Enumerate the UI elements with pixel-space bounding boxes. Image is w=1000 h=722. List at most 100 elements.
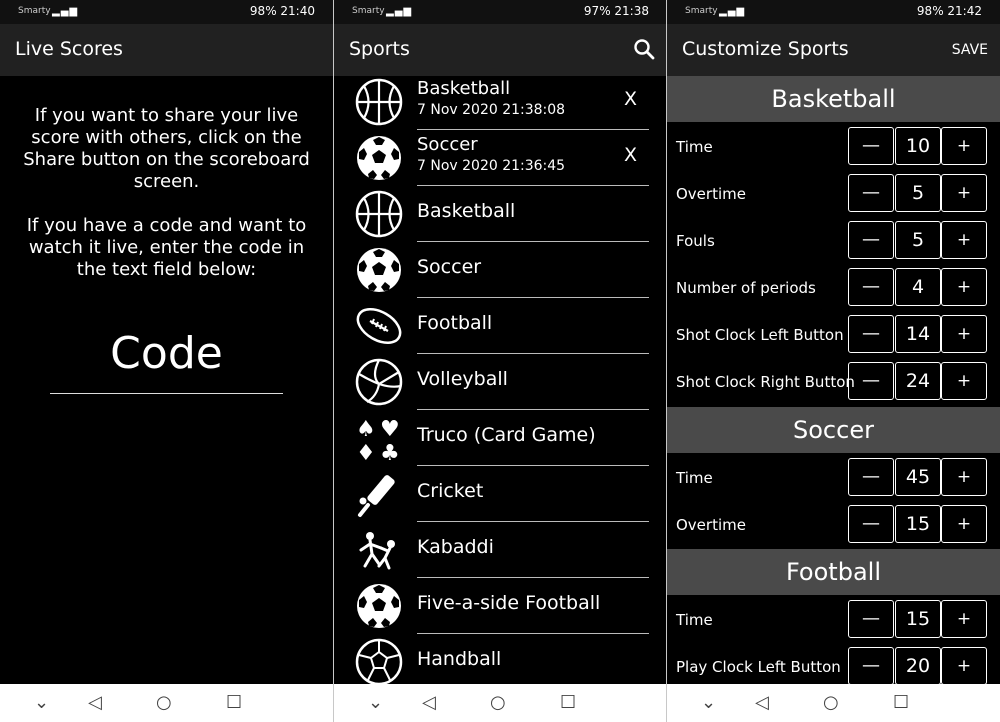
- increment-button[interactable]: +: [941, 362, 987, 400]
- app-bar: Live Scores: [0, 24, 333, 76]
- sport-item-truco[interactable]: ♠ ♥ ♦ ♣ Truco (Card Game): [334, 410, 667, 466]
- decrement-button[interactable]: —: [848, 127, 894, 165]
- screen-divider: [666, 0, 667, 722]
- nav-back-icon[interactable]: ◁: [88, 692, 102, 713]
- recent-game-date: 7 Nov 2020 21:38:08: [417, 102, 566, 118]
- decrement-button[interactable]: —: [848, 315, 894, 353]
- setting-row: Overtime — 15 +: [667, 501, 1000, 548]
- recent-game-name: Basketball: [417, 78, 511, 99]
- setting-value: 14: [895, 315, 941, 353]
- increment-button[interactable]: +: [941, 315, 987, 353]
- decrement-button[interactable]: —: [848, 268, 894, 306]
- sport-item-handball[interactable]: Handball: [334, 634, 667, 690]
- nav-back-icon[interactable]: ◁: [755, 692, 769, 713]
- sport-label: Cricket: [417, 480, 484, 502]
- sport-item-basketball[interactable]: Basketball: [334, 186, 667, 242]
- sport-item-volleyball[interactable]: Volleyball: [334, 354, 667, 410]
- code-input[interactable]: Code: [50, 328, 283, 379]
- decrement-button[interactable]: —: [848, 174, 894, 212]
- setting-row: Shot Clock Right Button — 24 +: [667, 358, 1000, 405]
- decrement-button[interactable]: —: [848, 600, 894, 638]
- svg-text:♥: ♥: [380, 417, 400, 442]
- setting-label: Shot Clock Right Button: [676, 373, 855, 391]
- nav-recents-icon[interactable]: ☐: [560, 692, 576, 713]
- increment-button[interactable]: +: [941, 174, 987, 212]
- decrement-button[interactable]: —: [848, 362, 894, 400]
- setting-value: 24: [895, 362, 941, 400]
- carrier-label: Smarty: [352, 6, 385, 16]
- sport-label: Truco (Card Game): [417, 424, 596, 446]
- setting-label: Overtime: [676, 516, 746, 534]
- sport-label: Kabaddi: [417, 536, 494, 558]
- svg-text:♣: ♣: [380, 441, 400, 462]
- code-input-underline: [50, 393, 283, 394]
- soccer-ball-icon: [357, 584, 401, 628]
- setting-label: Overtime: [676, 185, 746, 203]
- setting-value: 4: [895, 268, 941, 306]
- delete-recent-button[interactable]: X: [624, 144, 637, 166]
- decrement-button[interactable]: —: [848, 505, 894, 543]
- sport-item-football[interactable]: Football: [334, 298, 667, 354]
- nav-home-icon[interactable]: ○: [490, 692, 506, 713]
- nav-down-icon[interactable]: ⌄: [701, 692, 716, 713]
- sport-label: Basketball: [417, 200, 516, 222]
- increment-button[interactable]: +: [941, 505, 987, 543]
- setting-label: Time: [676, 469, 713, 487]
- nav-recents-icon[interactable]: ☐: [893, 692, 909, 713]
- recent-game-row[interactable]: Basketball 7 Nov 2020 21:38:08 X: [334, 74, 667, 130]
- setting-label: Time: [676, 138, 713, 156]
- search-icon[interactable]: [633, 38, 655, 60]
- signal-icon: ▂▄▆: [719, 6, 746, 17]
- setting-label: Fouls: [676, 232, 715, 250]
- delete-recent-button[interactable]: X: [624, 88, 637, 110]
- save-button[interactable]: SAVE: [952, 42, 988, 58]
- sports-screen: Smarty ▂▄▆ 97% 21:38 Sports Basketball 7…: [334, 0, 667, 722]
- setting-row: Time — 10 +: [667, 123, 1000, 170]
- customize-sports-screen: Smarty ▂▄▆ 98% 21:42 Customize Sports SA…: [667, 0, 1000, 722]
- decrement-button[interactable]: —: [848, 458, 894, 496]
- svg-text:♠: ♠: [356, 417, 376, 442]
- status-time: 98% 21:40: [249, 4, 315, 18]
- soccer-ball-icon: [357, 248, 401, 292]
- nav-down-icon[interactable]: ⌄: [34, 692, 49, 713]
- sport-label: Handball: [417, 648, 502, 670]
- sport-label: Volleyball: [417, 368, 508, 390]
- decrement-button[interactable]: —: [848, 647, 894, 685]
- nav-home-icon[interactable]: ○: [823, 692, 839, 713]
- app-bar: Sports: [334, 24, 667, 76]
- increment-button[interactable]: +: [941, 127, 987, 165]
- increment-button[interactable]: +: [941, 458, 987, 496]
- section-header: Basketball: [667, 76, 1000, 122]
- recent-game-row[interactable]: Soccer 7 Nov 2020 21:36:45 X: [334, 130, 667, 186]
- handball-icon: [355, 638, 403, 686]
- decrement-button[interactable]: —: [848, 221, 894, 259]
- increment-button[interactable]: +: [941, 268, 987, 306]
- setting-row: Time — 15 +: [667, 596, 1000, 643]
- sport-label: Five-a-side Football: [417, 592, 601, 614]
- setting-row: Shot Clock Left Button — 14 +: [667, 311, 1000, 358]
- code-instructions: If you have a code and want to watch it …: [26, 215, 307, 280]
- app-bar: Customize Sports SAVE: [667, 24, 1000, 76]
- sport-item-soccer[interactable]: Soccer: [334, 242, 667, 298]
- increment-button[interactable]: +: [941, 221, 987, 259]
- setting-value: 20: [895, 647, 941, 685]
- sport-item-kabaddi[interactable]: Kabaddi: [334, 522, 667, 578]
- status-bar: Smarty ▂▄▆ 98% 21:40: [0, 0, 333, 24]
- nav-home-icon[interactable]: ○: [156, 692, 172, 713]
- nav-down-icon[interactable]: ⌄: [368, 692, 383, 713]
- setting-row: Play Clock Left Button — 20 +: [667, 643, 1000, 690]
- setting-value: 10: [895, 127, 941, 165]
- nav-recents-icon[interactable]: ☐: [226, 692, 242, 713]
- sport-item-cricket[interactable]: Cricket: [334, 466, 667, 522]
- live-scores-screen: Smarty ▂▄▆ 98% 21:40 Live Scores If you …: [0, 0, 333, 722]
- section-header: Football: [667, 549, 1000, 595]
- system-nav-bar: ⌄ ◁ ○ ☐: [0, 684, 333, 722]
- sport-item-five-a-side[interactable]: Five-a-side Football: [334, 578, 667, 634]
- kabaddi-icon: [359, 532, 395, 570]
- setting-label: Play Clock Left Button: [676, 658, 841, 676]
- increment-button[interactable]: +: [941, 647, 987, 685]
- setting-value: 15: [895, 505, 941, 543]
- section-header: Soccer: [667, 407, 1000, 453]
- nav-back-icon[interactable]: ◁: [422, 692, 436, 713]
- increment-button[interactable]: +: [941, 600, 987, 638]
